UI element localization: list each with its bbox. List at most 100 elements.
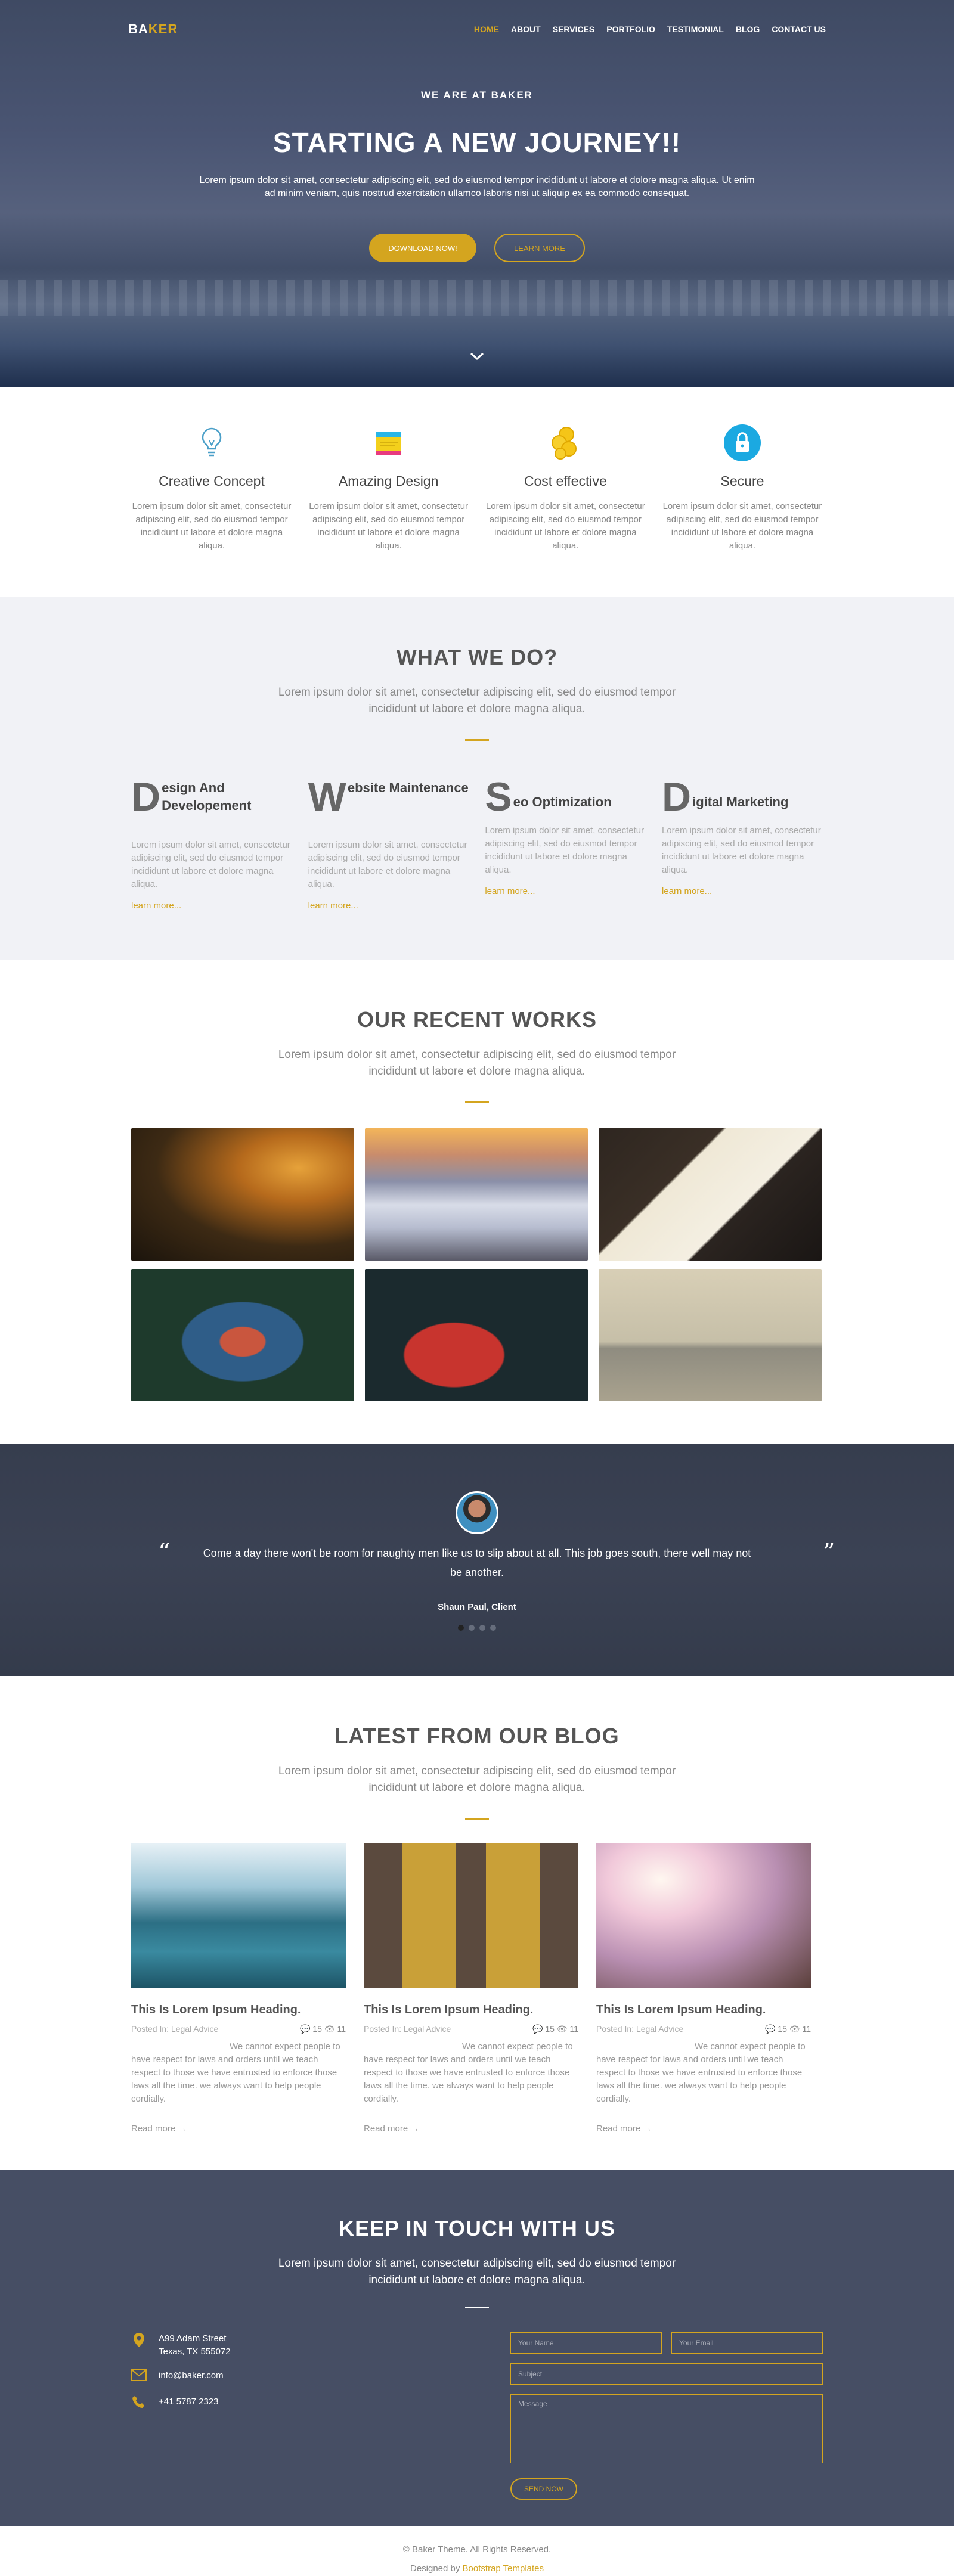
service-title: Website Maintenance: [308, 777, 469, 839]
read-more-link[interactable]: Read more →: [596, 2124, 811, 2134]
hero-buttons: DOWNLOAD NOW! LEARN MORE: [0, 234, 954, 262]
post-meta: Posted In: Legal Advice 💬 15 👁 11: [131, 2024, 346, 2034]
carousel-dot[interactable]: [469, 1625, 475, 1631]
note-icon: [368, 422, 410, 464]
form-row: [510, 2363, 823, 2385]
post-title[interactable]: This Is Lorem Ipsum Heading.: [131, 2003, 346, 2017]
learn-more-link[interactable]: learn more...: [662, 886, 823, 896]
carousel-dot[interactable]: [458, 1625, 464, 1631]
logo[interactable]: BAKER: [128, 21, 178, 37]
nav-testimonial[interactable]: TESTIMONIAL: [667, 24, 724, 34]
comment-count: 15: [312, 2024, 322, 2034]
what-we-do-section: WHAT WE DO? Lorem ipsum dolor sit amet, …: [0, 597, 954, 960]
quote-close-icon: ”: [823, 1539, 835, 1566]
view-count: 11: [802, 2024, 811, 2034]
section-title: KEEP IN TOUCH WITH US: [339, 2216, 615, 2240]
learn-more-link[interactable]: learn more...: [308, 901, 469, 911]
post-excerpt: We cannot expect people to have respect …: [364, 2041, 573, 2104]
contact-email: info@baker.com: [131, 2369, 382, 2385]
subject-field[interactable]: [510, 2363, 823, 2385]
testimonial-author: Shaun Paul, Client: [438, 1602, 516, 1612]
post-image-woman-light[interactable]: [596, 1843, 811, 1988]
contact-body: A99 Adam Street Texas, TX 555072 info@bak…: [131, 2332, 823, 2500]
work-image-house-sunset[interactable]: [131, 1128, 354, 1261]
lock-icon: [721, 422, 763, 464]
blog-section: LATEST FROM OUR BLOG Lorem ipsum dolor s…: [0, 1676, 954, 2170]
name-field[interactable]: [510, 2332, 662, 2354]
blog-posts: This Is Lorem Ipsum Heading. Posted In: …: [131, 1843, 823, 2134]
read-more-link[interactable]: Read more →: [364, 2124, 578, 2134]
section-header: LATEST FROM OUR BLOG Lorem ipsum dolor s…: [131, 1676, 823, 1820]
post-counts: 💬 15 👁 11: [532, 2024, 578, 2034]
post-title[interactable]: This Is Lorem Ipsum Heading.: [364, 2003, 578, 2017]
feature-title: Amazing Design: [338, 473, 439, 489]
post-excerpt: We cannot expect people to have respect …: [596, 2041, 806, 2104]
features-section: Creative Concept Lorem ipsum dolor sit a…: [0, 387, 954, 597]
nav-about[interactable]: ABOUT: [511, 24, 541, 34]
nav-blog[interactable]: BLOG: [736, 24, 760, 34]
section-title: OUR RECENT WORKS: [357, 1007, 597, 1032]
address-text: A99 Adam Street Texas, TX 555072: [159, 2332, 231, 2358]
contact-section: KEEP IN TOUCH WITH US Lorem ipsum dolor …: [0, 2170, 954, 2526]
logo-text-accent: KER: [148, 21, 178, 36]
download-button[interactable]: DOWNLOAD NOW!: [369, 234, 476, 262]
view-count: 11: [337, 2024, 346, 2034]
contact-form: SEND NOW: [510, 2332, 823, 2500]
nav-contact[interactable]: CONTACT US: [772, 24, 826, 34]
email-text[interactable]: info@baker.com: [159, 2369, 224, 2382]
works-gallery: [131, 1128, 823, 1401]
nav-services[interactable]: SERVICES: [553, 24, 595, 34]
eye-icon: 👁: [789, 2024, 800, 2034]
blog-post: This Is Lorem Ipsum Heading. Posted In: …: [131, 1843, 346, 2134]
phone-text[interactable]: +41 5787 2323: [159, 2395, 219, 2409]
learn-more-link[interactable]: learn more...: [131, 901, 292, 911]
chevron-down-icon[interactable]: [469, 349, 485, 365]
contact-phone: +41 5787 2323: [131, 2395, 382, 2411]
service-initial: D: [661, 774, 692, 820]
feature-text: Lorem ipsum dolor sit amet, consectetur …: [132, 501, 292, 551]
comment-icon: 💬: [764, 2024, 776, 2034]
carousel-dot[interactable]: [479, 1625, 485, 1631]
designer-link[interactable]: Bootstrap Templates: [463, 2563, 544, 2574]
learn-more-link[interactable]: learn more...: [485, 886, 646, 896]
post-counts: 💬 15 👁 11: [300, 2024, 346, 2034]
work-image-photographer[interactable]: [131, 1269, 354, 1401]
address-line-1: A99 Adam Street: [159, 2333, 227, 2344]
service-item: Seo Optimization Lorem ipsum dolor sit a…: [485, 777, 646, 911]
nav-home[interactable]: HOME: [474, 24, 499, 34]
feature-card: Secure Lorem ipsum dolor sit amet, conse…: [662, 422, 823, 553]
work-image-red-umbrella[interactable]: [365, 1269, 588, 1401]
post-image-window[interactable]: [364, 1843, 578, 1988]
envelope-icon: [131, 2369, 147, 2385]
form-row: [510, 2332, 823, 2354]
testimonial-quote: Come a day there won't be room for naugh…: [203, 1547, 751, 1578]
navbar: BAKER HOME ABOUT SERVICES PORTFOLIO TEST…: [128, 21, 826, 37]
hero-text: Lorem ipsum dolor sit amet, consectetur …: [199, 175, 755, 198]
phone-icon: [131, 2395, 147, 2411]
learn-more-button[interactable]: LEARN MORE: [494, 234, 585, 262]
comment-icon: 💬: [299, 2024, 311, 2034]
send-button[interactable]: SEND NOW: [510, 2478, 577, 2500]
contact-info: A99 Adam Street Texas, TX 555072 info@bak…: [131, 2332, 382, 2500]
section-divider: [465, 1101, 489, 1103]
service-text: Lorem ipsum dolor sit amet, consectetur …: [485, 825, 645, 875]
service-text: Lorem ipsum dolor sit amet, consectetur …: [308, 840, 467, 889]
section-title: WHAT WE DO?: [396, 645, 558, 669]
coins-icon: [544, 422, 586, 464]
post-image-canoe[interactable]: [131, 1843, 346, 1988]
message-field[interactable]: [510, 2394, 823, 2463]
recent-works-section: OUR RECENT WORKS Lorem ipsum dolor sit a…: [0, 960, 954, 1444]
eye-icon: 👁: [324, 2024, 335, 2034]
email-field[interactable]: [671, 2332, 823, 2354]
work-image-notebook[interactable]: [599, 1128, 822, 1261]
nav-portfolio[interactable]: PORTFOLIO: [606, 24, 655, 34]
work-image-woman-lake[interactable]: [599, 1269, 822, 1401]
feature-card: Amazing Design Lorem ipsum dolor sit ame…: [308, 422, 469, 553]
hero-eyebrow: WE ARE AT BAKER: [420, 89, 534, 101]
carousel-dot[interactable]: [490, 1625, 496, 1631]
post-title[interactable]: This Is Lorem Ipsum Heading.: [596, 2003, 811, 2017]
hero-title: STARTING A NEW JOURNEY!!: [272, 127, 682, 158]
read-more-link[interactable]: Read more →: [131, 2124, 346, 2134]
feature-card: Creative Concept Lorem ipsum dolor sit a…: [131, 422, 292, 553]
work-image-sea-of-clouds[interactable]: [365, 1128, 588, 1261]
